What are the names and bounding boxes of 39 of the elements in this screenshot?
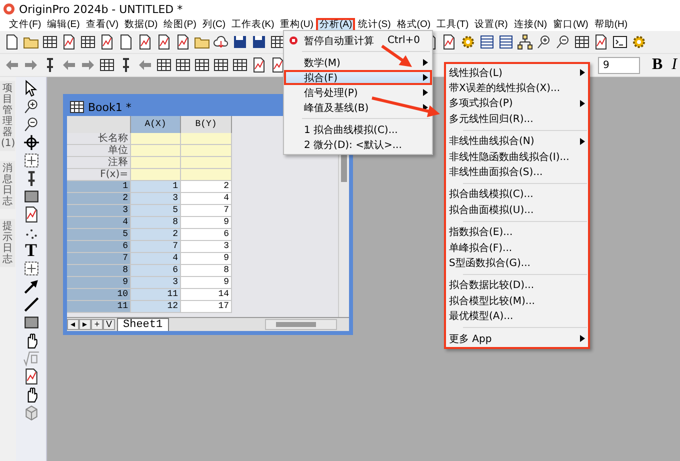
table-cell: 4 [131, 253, 181, 265]
table-cell: 3 [131, 277, 181, 289]
table-cell: 11 [131, 289, 181, 301]
table-cell: 3 [181, 241, 232, 253]
table-cell: 7 [131, 241, 181, 253]
table-cell: 4 [181, 193, 232, 205]
row-number: 6 [67, 241, 131, 253]
table-cell: 6 [181, 229, 232, 241]
row-number: 9 [67, 277, 131, 289]
table-cell: 2 [131, 229, 181, 241]
table-cell: 8 [181, 265, 232, 277]
table-cell: 3 [131, 193, 181, 205]
row-label: F(x)= [67, 169, 131, 181]
row-number: 10 [67, 289, 131, 301]
row-number: 8 [67, 265, 131, 277]
shortcut-label: Ctrl+0 [387, 35, 421, 46]
row-number: 4 [67, 217, 131, 229]
table-cell: 9 [181, 277, 232, 289]
table-cell: 9 [181, 253, 232, 265]
row-label: 单位 [67, 145, 131, 157]
row-number: 3 [67, 205, 131, 217]
table-cell: 17 [181, 301, 232, 313]
table-cell: 14 [181, 289, 232, 301]
row-label: 长名称 [67, 133, 131, 145]
row-number: 11 [67, 301, 131, 313]
row-number: 7 [67, 253, 131, 265]
table-cell: 6 [131, 265, 181, 277]
table-cell: 1 [131, 181, 181, 193]
table-cell: 7 [181, 205, 232, 217]
row-number: 2 [67, 193, 131, 205]
table-cell: 5 [131, 205, 181, 217]
workbook-title: Book1 * [88, 100, 132, 114]
table-cell: 9 [181, 217, 232, 229]
window-title: OriginPro 2024b - UNTITLED * [19, 2, 183, 16]
table-cell: 12 [131, 301, 181, 313]
table-cell: 2 [181, 181, 232, 193]
row-number: 5 [67, 229, 131, 241]
row-number: 1 [67, 181, 131, 193]
table-cell: 8 [131, 217, 181, 229]
